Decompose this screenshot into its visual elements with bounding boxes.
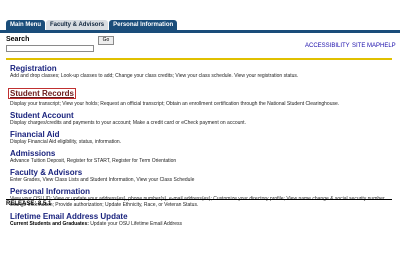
tab-bar: Main Menu Faculty & Advisors Personal In…	[6, 20, 178, 30]
financial-aid-desc: Display Financial Aid eligibility, statu…	[10, 139, 122, 145]
student-account-link[interactable]: Student Account	[10, 111, 395, 120]
lifetime-email-desc: Current Students and Graduates: Update y…	[10, 221, 395, 227]
main-menu-list: Registration Add and drop classes; Look-…	[8, 64, 395, 227]
menu-item-admissions: Admissions Advance Tuition Deposit, Regi…	[10, 149, 395, 164]
search-label: Search	[6, 36, 30, 43]
admissions-link[interactable]: Admissions	[10, 149, 395, 158]
menu-item-faculty-advisors: Faculty & Advisors Enter Grades, View Cl…	[10, 168, 395, 183]
admissions-desc: Advance Tuition Deposit, Register for ST…	[10, 158, 177, 164]
nav-strip	[0, 30, 400, 33]
registration-link[interactable]: Registration	[10, 64, 395, 73]
go-button[interactable]: Go	[98, 36, 114, 45]
personal-information-desc: View your OSU ID; View or update your ad…	[10, 196, 385, 208]
menu-item-lifetime-email: Lifetime Email Address Update Current St…	[10, 212, 395, 227]
faculty-advisors-link[interactable]: Faculty & Advisors	[10, 168, 395, 177]
menu-item-registration: Registration Add and drop classes; Look-…	[10, 64, 395, 79]
lifetime-email-desc-bold: Current Students and Graduates:	[10, 221, 89, 227]
site-map-link[interactable]: SITE MAP	[352, 43, 380, 49]
tab-faculty-advisors[interactable]: Faculty & Advisors	[46, 20, 109, 30]
faculty-advisors-desc: Enter Grades, View Class Lists and Stude…	[10, 177, 195, 183]
financial-aid-link[interactable]: Financial Aid	[10, 130, 395, 139]
search-input[interactable]	[6, 45, 94, 52]
tab-personal-information[interactable]: Personal Information	[109, 20, 178, 30]
footer-divider	[6, 199, 392, 200]
menu-item-financial-aid: Financial Aid Display Financial Aid elig…	[10, 130, 395, 145]
menu-item-personal-information: Personal Information View your OSU ID; V…	[10, 187, 395, 208]
menu-item-student-account: Student Account Display charges/credits …	[10, 111, 395, 126]
menu-item-student-records: Student Records Display your transcript;…	[8, 83, 395, 107]
student-account-desc: Display charges/credits and payments to …	[10, 120, 246, 126]
release-label: RELEASE: 8.5.1	[6, 201, 52, 207]
help-link[interactable]: HELP	[380, 43, 396, 49]
student-records-link[interactable]: Student Records	[8, 88, 77, 99]
personal-information-link[interactable]: Personal Information	[10, 187, 395, 196]
lifetime-email-desc-text: Update your OSU Lifetime Email Address	[88, 221, 183, 227]
lifetime-email-link[interactable]: Lifetime Email Address Update	[10, 212, 395, 221]
accessibility-link[interactable]: ACCESSIBILITY	[305, 43, 350, 49]
student-records-desc: Display your transcript; View your holds…	[10, 101, 340, 107]
tab-main-menu[interactable]: Main Menu	[6, 20, 45, 30]
registration-desc: Add and drop classes; Look-up classes to…	[10, 73, 299, 79]
header-divider	[6, 58, 392, 60]
